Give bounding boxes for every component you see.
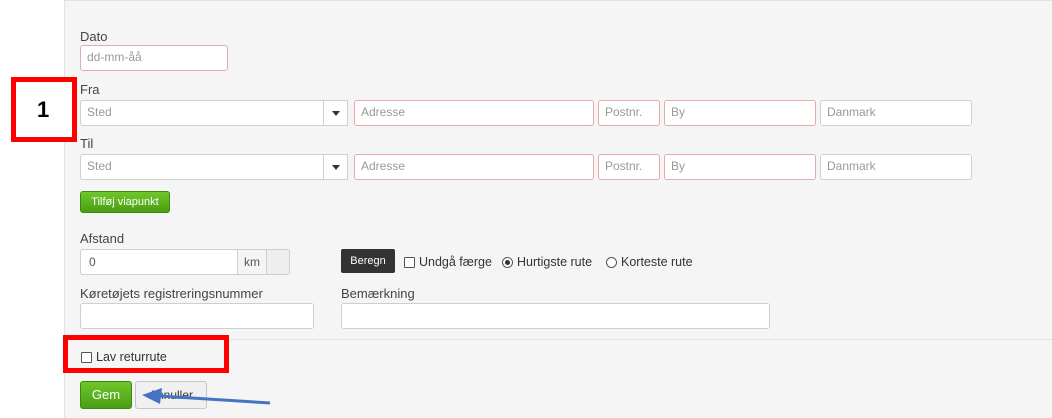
shortest-route-radio[interactable] bbox=[606, 256, 617, 268]
from-country-input[interactable]: Danmark bbox=[820, 100, 972, 126]
to-city-input[interactable]: By bbox=[664, 154, 816, 180]
date-label: Dato bbox=[80, 29, 108, 44]
calculate-button[interactable]: Beregn bbox=[341, 249, 395, 273]
chevron-down-icon bbox=[331, 110, 340, 116]
to-address-input[interactable]: Adresse bbox=[354, 154, 594, 180]
to-postal-input[interactable]: Postnr. bbox=[598, 154, 660, 180]
to-place-dropdown-button[interactable] bbox=[324, 154, 348, 180]
step-number: 1 bbox=[37, 97, 50, 122]
from-label: Fra bbox=[80, 82, 100, 97]
fastest-route-option[interactable]: Hurtigste rute bbox=[502, 254, 592, 270]
avoid-ferry-label: Undgå færge bbox=[419, 255, 492, 269]
registration-label: Køretøjets registreringsnummer bbox=[80, 286, 263, 301]
registration-input[interactable] bbox=[80, 303, 314, 329]
distance-unit-addon: km bbox=[237, 249, 267, 275]
from-place-select[interactable]: Sted bbox=[80, 100, 324, 126]
shortest-route-label: Korteste rute bbox=[621, 255, 693, 269]
add-waypoint-button[interactable]: Tilføj viapunkt bbox=[80, 191, 170, 213]
chevron-down-icon bbox=[331, 164, 340, 170]
from-city-input[interactable]: By bbox=[664, 100, 816, 126]
fastest-route-radio[interactable] bbox=[502, 256, 513, 268]
from-place-dropdown-button[interactable] bbox=[324, 100, 348, 126]
shortest-route-option[interactable]: Korteste rute bbox=[606, 254, 693, 270]
date-input[interactable]: dd-mm-åå bbox=[80, 45, 228, 71]
to-label: Til bbox=[80, 136, 94, 151]
return-route-highlight bbox=[63, 335, 229, 373]
remark-input[interactable] bbox=[341, 303, 770, 329]
distance-label: Afstand bbox=[80, 231, 125, 246]
to-place-select[interactable]: Sted bbox=[80, 154, 324, 180]
from-postal-input[interactable]: Postnr. bbox=[598, 100, 660, 126]
distance-input[interactable]: 0 bbox=[80, 249, 238, 275]
arrow-left-icon bbox=[142, 388, 271, 405]
distance-addon-spacer bbox=[266, 249, 290, 275]
avoid-ferry-checkbox[interactable] bbox=[404, 256, 415, 268]
remark-label: Bemærkning bbox=[341, 286, 415, 301]
save-button[interactable]: Gem bbox=[80, 381, 132, 409]
from-address-input[interactable]: Adresse bbox=[354, 100, 594, 126]
fastest-route-label: Hurtigste rute bbox=[517, 255, 593, 269]
avoid-ferry-option[interactable]: Undgå færge bbox=[404, 254, 492, 270]
to-country-input[interactable]: Danmark bbox=[820, 154, 972, 180]
